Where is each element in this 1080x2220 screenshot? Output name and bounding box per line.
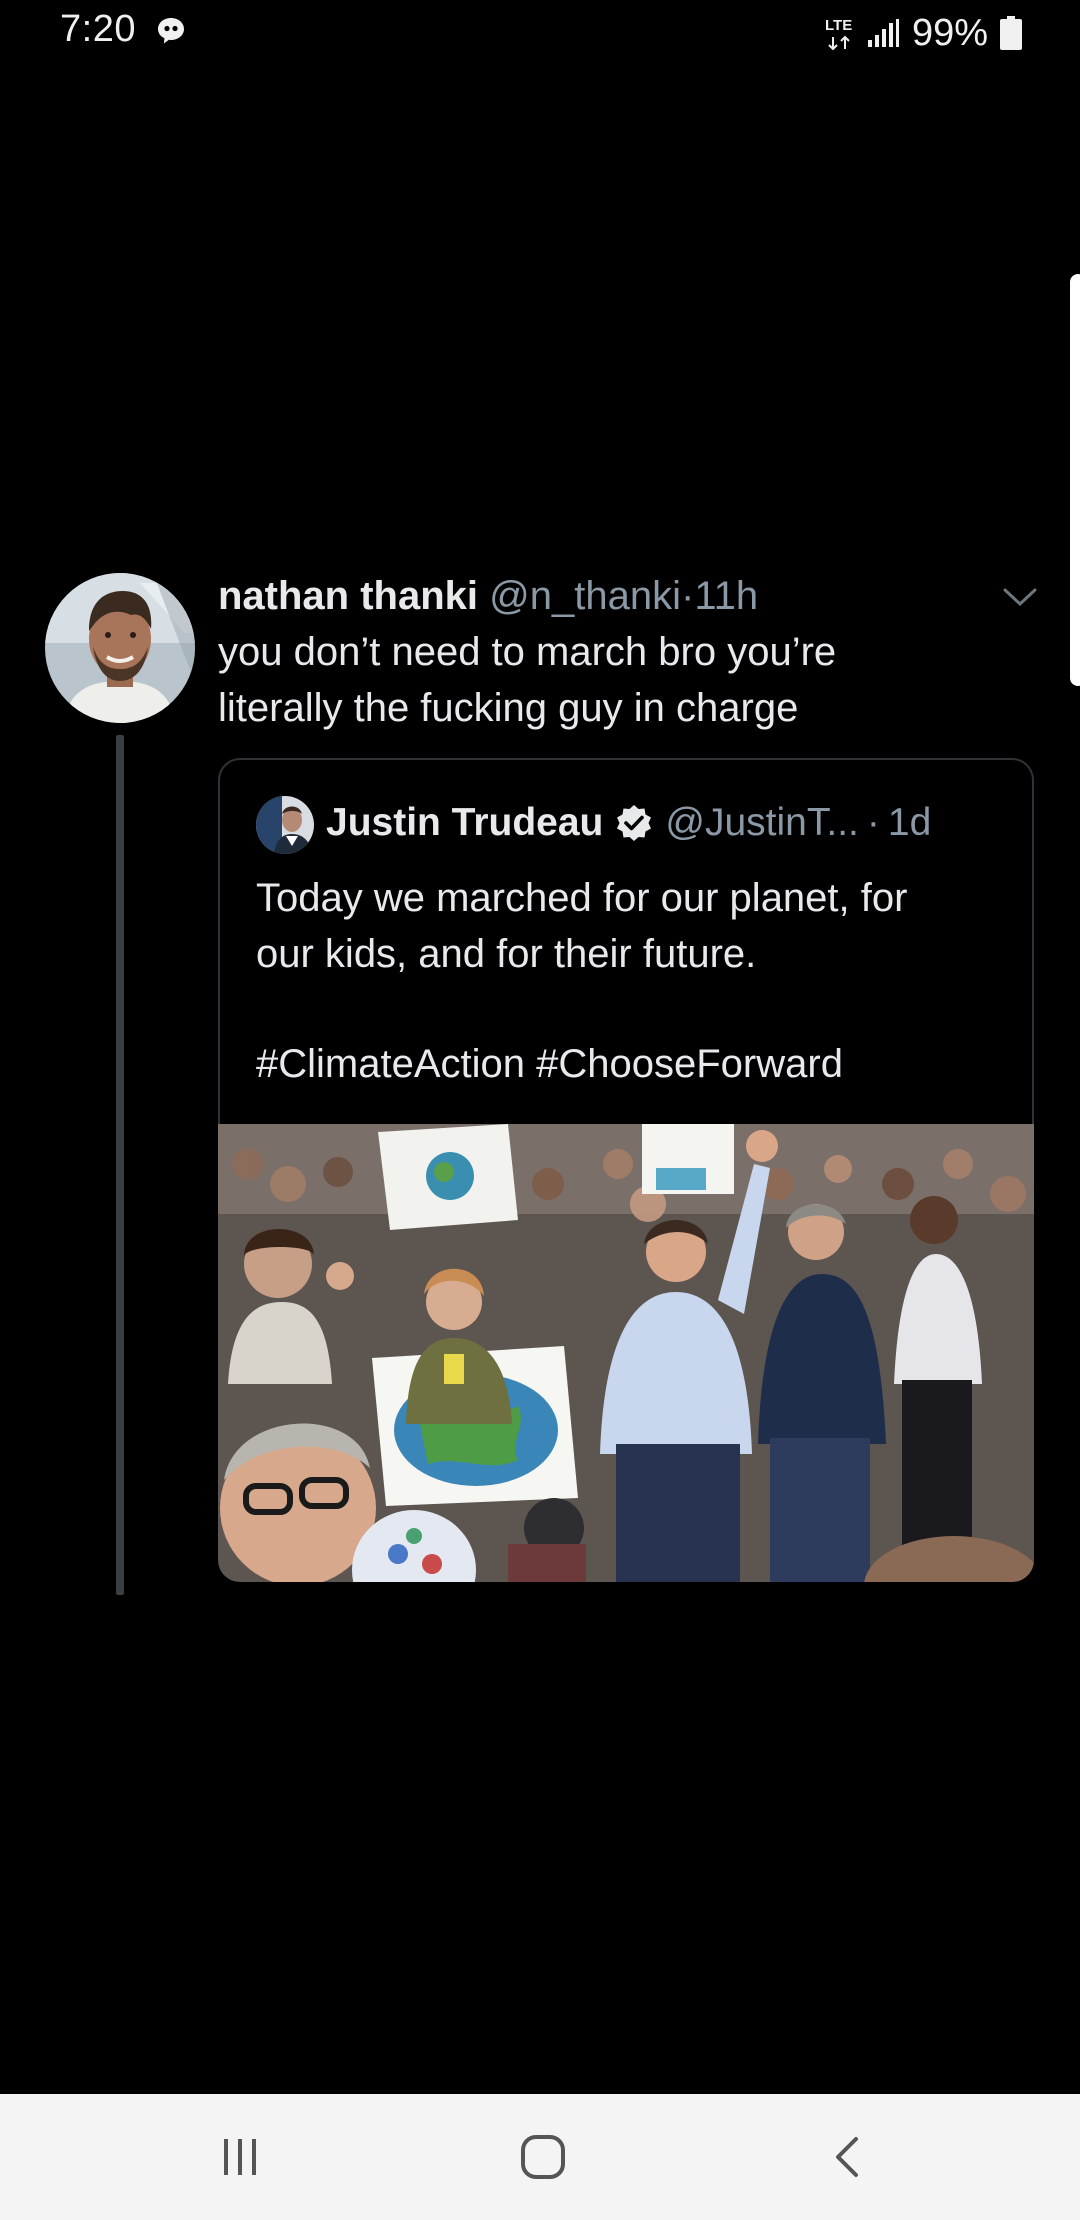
navigation-bar: [0, 2094, 1080, 2220]
quote-author-handle[interactable]: @JustinT...: [665, 794, 858, 852]
battery-percentage: 99%: [911, 11, 988, 54]
quote-author-name[interactable]: Justin Trudeau: [326, 794, 603, 852]
recent-apps-button[interactable]: [180, 2094, 300, 2220]
home-button[interactable]: [483, 2094, 603, 2220]
march-photo-image: [218, 1124, 1034, 1582]
tweet-text: you don’t need to march bro you’re liter…: [218, 624, 1038, 736]
signal-icon: [867, 19, 899, 47]
avatar[interactable]: [45, 573, 195, 723]
battery-icon: [1000, 16, 1022, 50]
quote-text: Today we marched for our planet, for our…: [256, 870, 1016, 982]
quote-avatar-image: [256, 796, 314, 854]
avatar-image: [45, 573, 195, 723]
chat-notification-icon: [158, 18, 184, 44]
screen: 7:20 LTE 99% nathan thanki @n_thanki·11h…: [0, 0, 1080, 2220]
quote-separator: ·: [866, 801, 880, 844]
status-bar: 7:20 LTE 99%: [0, 0, 1080, 66]
status-right-cluster: LTE 99%: [824, 10, 1022, 56]
quote-text-line: our kids, and for their future.: [256, 932, 757, 976]
quote-avatar: [256, 796, 314, 854]
quote-time[interactable]: 1d: [888, 794, 931, 852]
quote-header: Justin Trudeau @JustinT... · 1d: [326, 794, 931, 852]
back-button[interactable]: [786, 2094, 906, 2220]
recent-apps-icon: [224, 2139, 256, 2175]
back-icon: [836, 2137, 858, 2177]
lte-label: LTE: [825, 17, 852, 34]
tweet[interactable]: nathan thanki @n_thanki·11h you don’t ne…: [0, 560, 1080, 1600]
tweet-time[interactable]: 11h: [694, 574, 758, 618]
author-handle[interactable]: @n_thanki: [489, 574, 681, 618]
chevron-down-icon[interactable]: [1002, 586, 1038, 610]
march-photo[interactable]: [218, 1124, 1034, 1582]
verified-badge-icon: [617, 805, 652, 841]
lte-icon: LTE: [825, 17, 852, 51]
header-separator: ·: [681, 574, 695, 618]
status-time: 7:20: [60, 8, 136, 50]
tweet-text-line: literally the fucking guy in charge: [218, 686, 799, 730]
tweet-text-line: you don’t need to march bro you’re: [218, 630, 837, 674]
author-name[interactable]: nathan thanki: [218, 574, 478, 618]
home-icon: [521, 2135, 565, 2179]
quoted-tweet[interactable]: Justin Trudeau @JustinT... · 1d Today we…: [218, 758, 1034, 1142]
tweet-header: nathan thanki @n_thanki·11h: [218, 568, 1018, 624]
thread-line: [116, 735, 124, 1595]
quote-hashtags[interactable]: #ClimateAction #ChooseForward: [256, 1036, 843, 1092]
quote-text-line: Today we marched for our planet, for: [256, 876, 908, 920]
